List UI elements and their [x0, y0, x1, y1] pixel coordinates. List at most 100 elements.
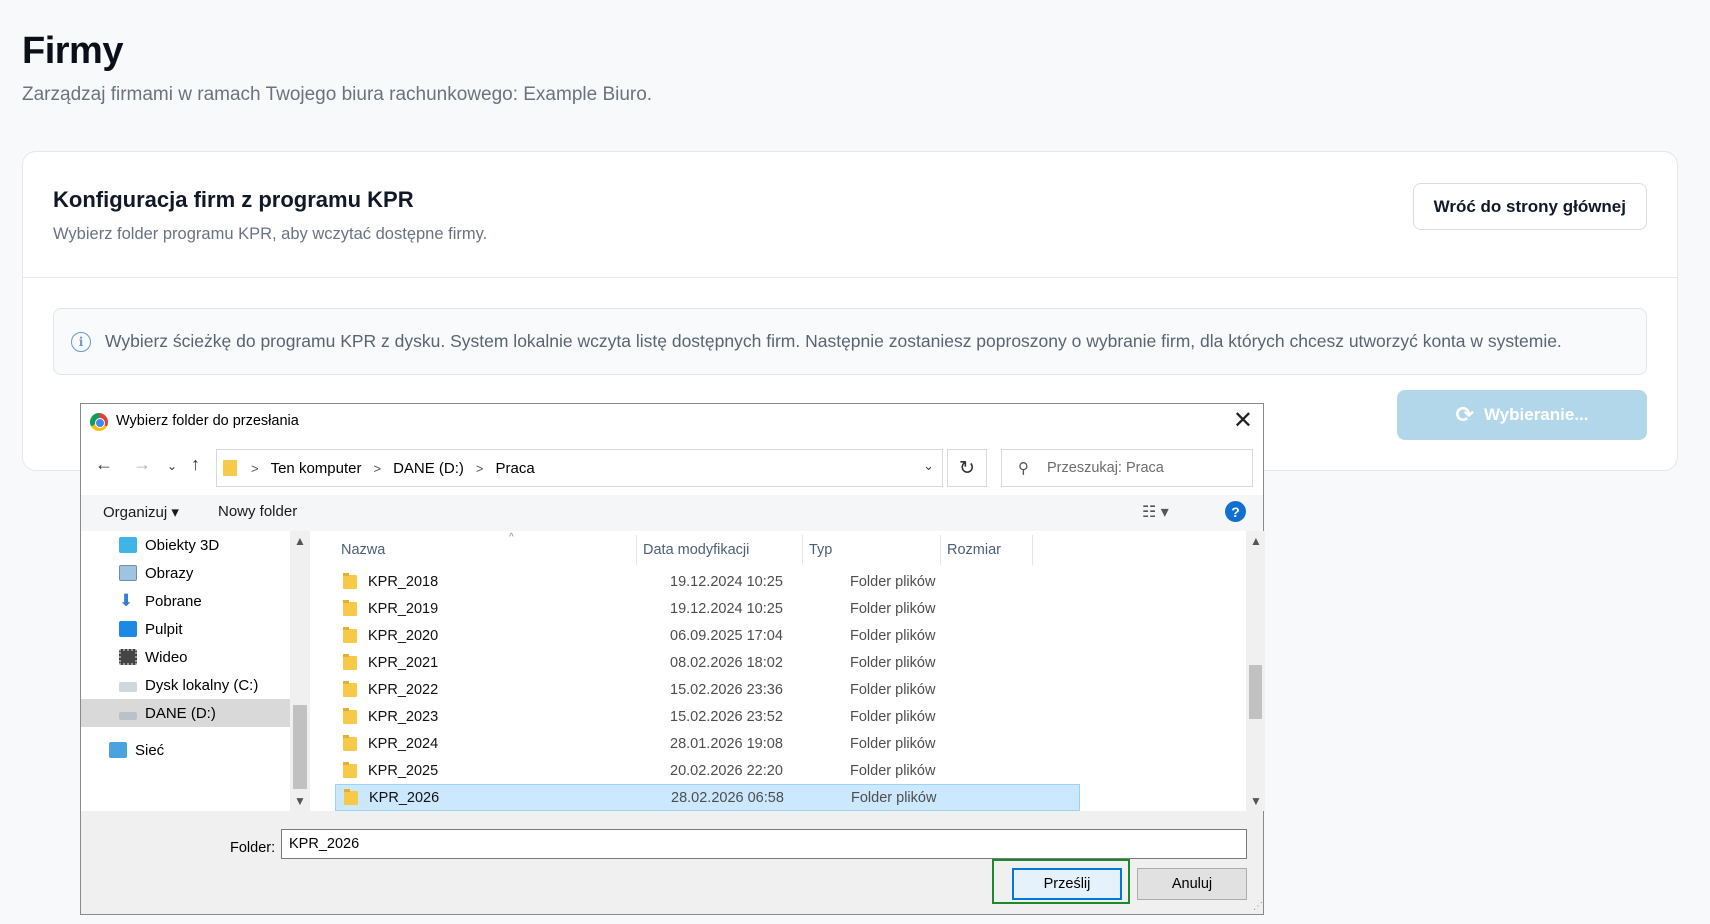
nav-item-label: Wideo — [145, 648, 188, 666]
chevron-up-icon[interactable]: ▲ — [1250, 534, 1262, 548]
navigation-pane: Obiekty 3D Obrazy ⬇ Pobrane Pulpit Wideo… — [81, 531, 290, 811]
list-item[interactable]: KPR_2019 19.12.2024 10:25 Folder plików — [335, 595, 1080, 622]
breadcrumb-folder[interactable]: Praca — [496, 460, 535, 477]
item-type: Folder plików — [850, 681, 936, 698]
scroll-thumb[interactable] — [293, 705, 307, 789]
folder-label: Folder: — [230, 840, 276, 856]
list-item[interactable]: KPR_2024 28.01.2026 19:08 Folder plików — [335, 730, 1080, 757]
item-name: KPR_2018 — [368, 573, 439, 590]
back-to-home-button[interactable]: Wróć do strony głównej — [1412, 183, 1647, 230]
info-text: Wybierz ścieżkę do programu KPR z dysku.… — [105, 331, 1562, 351]
search-input[interactable]: ⚲ Przeszukaj: Praca — [1001, 449, 1253, 487]
breadcrumb-computer[interactable]: Ten komputer — [271, 460, 362, 477]
chevron-down-icon[interactable]: ⌄ — [923, 458, 934, 474]
help-icon[interactable]: ? — [1225, 501, 1246, 522]
item-type: Folder plików — [850, 708, 936, 725]
nav-item-label: Obrazy — [145, 564, 194, 582]
cube-icon — [119, 537, 137, 553]
item-name: KPR_2023 — [368, 708, 439, 725]
nav-item-label: Sieć — [135, 741, 165, 759]
folder-icon — [343, 734, 357, 751]
select-folder-label: Wybieranie... — [1483, 405, 1589, 424]
nav-item-label: Dysk lokalny (C:) — [145, 676, 259, 694]
recent-locations-icon[interactable]: ⌄ — [167, 459, 177, 473]
nav-item-network[interactable]: Sieć — [81, 736, 290, 764]
item-date: 19.12.2024 10:25 — [670, 600, 783, 617]
list-item[interactable]: KPR_2023 15.02.2026 23:52 Folder plików — [335, 703, 1080, 730]
upload-button[interactable]: Prześlij — [1012, 868, 1122, 900]
nav-item-pictures[interactable]: Obrazy — [81, 559, 290, 587]
close-icon[interactable]: ✕ — [1233, 407, 1253, 435]
search-icon: ⚲ — [1018, 460, 1029, 477]
item-type: Folder plików — [850, 762, 936, 779]
desktop-icon — [119, 621, 137, 637]
item-name: KPR_2024 — [368, 735, 439, 752]
list-scrollbar[interactable]: ▲ ▼ — [1246, 531, 1265, 811]
nav-item-videos[interactable]: Wideo — [81, 643, 290, 671]
list-item-selected[interactable]: KPR_2026 28.02.2026 06:58 Folder plików — [335, 784, 1080, 811]
divider — [23, 277, 1677, 278]
drive-icon — [119, 712, 137, 720]
column-type[interactable]: Typ — [803, 535, 941, 565]
back-arrow-icon[interactable]: ← — [95, 454, 113, 475]
navigation-row: ← → ⌄ ↑ > Ten komputer > DANE (D:) > Pra… — [81, 446, 1263, 487]
download-icon: ⬇ — [119, 591, 134, 610]
column-name[interactable]: Nazwa — [335, 535, 637, 565]
breadcrumb-drive[interactable]: DANE (D:) — [393, 460, 464, 477]
scroll-thumb[interactable] — [1249, 665, 1262, 719]
up-arrow-icon[interactable]: ↑ — [191, 454, 200, 475]
address-bar[interactable]: > Ten komputer > DANE (D:) > Praca ⌄ — [216, 449, 943, 487]
resize-grip-icon[interactable]: ⋰ — [1253, 901, 1263, 912]
column-date[interactable]: Data modyfikacji — [637, 535, 803, 565]
folder-name-input[interactable]: KPR_2026 — [281, 829, 1247, 859]
list-item[interactable]: KPR_2021 08.02.2026 18:02 Folder plików — [335, 649, 1080, 676]
folder-icon — [343, 680, 357, 697]
page-subtitle: Zarządzaj firmami w ramach Twojego biura… — [22, 84, 653, 105]
cancel-button[interactable]: Anuluj — [1137, 868, 1247, 900]
item-type: Folder plików — [850, 654, 936, 671]
list-item[interactable]: KPR_2018 19.12.2024 10:25 Folder plików — [335, 568, 1080, 595]
forward-arrow-icon[interactable]: → — [133, 454, 151, 475]
nav-item-desktop[interactable]: Pulpit — [81, 615, 290, 643]
search-placeholder: Przeszukaj: Praca — [1047, 460, 1164, 476]
list-item[interactable]: KPR_2022 15.02.2026 23:36 Folder plików — [335, 676, 1080, 703]
item-name: KPR_2025 — [368, 762, 439, 779]
list-item[interactable]: KPR_2020 06.09.2025 17:04 Folder plików — [335, 622, 1080, 649]
refresh-button[interactable]: ↻ — [947, 449, 987, 487]
item-name: KPR_2022 — [368, 681, 439, 698]
dialog-footer: Folder: KPR_2026 Prześlij Anuluj ⋰ — [81, 811, 1263, 914]
network-icon — [109, 742, 127, 758]
view-options-icon[interactable]: ☷ ▾ — [1142, 502, 1169, 522]
refresh-icon: ⟳ — [1455, 402, 1474, 427]
chevron-right-icon: > — [373, 460, 382, 476]
item-type: Folder plików — [851, 789, 937, 806]
item-date: 06.09.2025 17:04 — [670, 627, 783, 644]
card-subtitle: Wybierz folder programu KPR, aby wczytać… — [53, 225, 488, 243]
nav-item-3d-objects[interactable]: Obiekty 3D — [81, 531, 290, 559]
nav-scrollbar[interactable]: ▲ ▼ — [290, 531, 310, 811]
folder-icon — [343, 707, 357, 724]
folder-icon — [343, 761, 357, 778]
chevron-down-icon[interactable]: ▼ — [294, 794, 306, 808]
item-date: 15.02.2026 23:52 — [670, 708, 783, 725]
chevron-up-icon[interactable]: ▲ — [294, 534, 306, 548]
item-date: 08.02.2026 18:02 — [670, 654, 783, 671]
page-title: Firmy — [22, 30, 123, 72]
nav-item-local-disk-c[interactable]: Dysk lokalny (C:) — [81, 671, 290, 699]
select-folder-button[interactable]: ⟳ Wybieranie... — [1397, 390, 1647, 440]
organize-menu[interactable]: Organizuj ▾ — [103, 503, 179, 521]
chevron-right-icon: > — [475, 460, 484, 476]
list-item[interactable]: KPR_2025 20.02.2026 22:20 Folder plików — [335, 757, 1080, 784]
nav-item-downloads[interactable]: ⬇ Pobrane — [81, 587, 290, 615]
chevron-down-icon[interactable]: ▼ — [1250, 794, 1262, 808]
nav-item-label: DANE (D:) — [145, 704, 216, 722]
nav-item-dane-d[interactable]: DANE (D:) — [81, 699, 290, 727]
item-date: 28.02.2026 06:58 — [671, 789, 784, 806]
pictures-icon — [119, 565, 137, 581]
dialog-toolbar: Organizuj ▾ Nowy folder ☷ ▾ ? — [81, 495, 1263, 531]
item-date: 19.12.2024 10:25 — [670, 573, 783, 590]
new-folder-button[interactable]: Nowy folder — [218, 503, 297, 520]
card-title: Konfiguracja firm z programu KPR — [53, 187, 414, 212]
column-size[interactable]: Rozmiar — [941, 535, 1033, 565]
chevron-right-icon: > — [251, 460, 259, 476]
